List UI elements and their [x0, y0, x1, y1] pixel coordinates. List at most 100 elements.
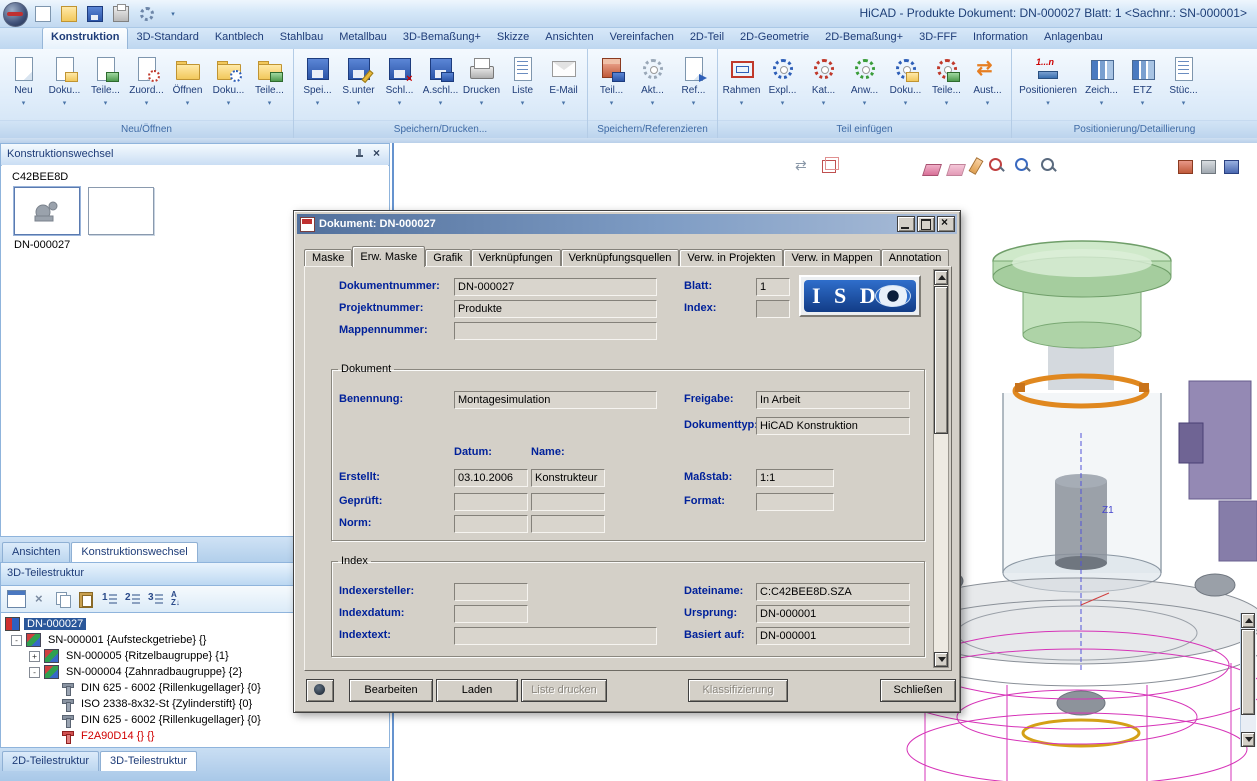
- schliessen-button[interactable]: Schließen: [880, 679, 956, 702]
- ribbon-tab-3d-fff[interactable]: 3D-FFF: [911, 27, 965, 49]
- sort-level-2-icon[interactable]: [124, 591, 141, 607]
- index-field[interactable]: [756, 300, 790, 318]
- tab-verknuepfungsquellen[interactable]: Verknüpfungsquellen: [561, 249, 680, 267]
- basiert-auf-field[interactable]: DN-000001: [756, 627, 910, 645]
- teile-neu-button[interactable]: Teile...: [85, 51, 126, 117]
- tab-3d-teilestruktur[interactable]: 3D-Teilestruktur: [100, 751, 197, 771]
- sort-level-3-icon[interactable]: [147, 591, 164, 607]
- zuordnen-button[interactable]: Zuord...: [126, 51, 167, 117]
- dokument-gear-button[interactable]: Doku...: [885, 51, 926, 117]
- indexersteller-field[interactable]: [454, 583, 528, 601]
- scroll-up-icon[interactable]: [934, 270, 948, 285]
- pin-icon[interactable]: [354, 149, 365, 160]
- ribbon-tab-vereinfachen[interactable]: Vereinfachen: [602, 27, 682, 49]
- anwendung-button[interactable]: Anw...: [844, 51, 885, 117]
- tab-maske[interactable]: Maske: [304, 249, 352, 267]
- qat-more-button[interactable]: ▾: [162, 3, 184, 24]
- rahmen-button[interactable]: Rahmen: [721, 51, 762, 117]
- maximize-button[interactable]: [917, 216, 935, 232]
- tab-verw-in-projekten[interactable]: Verw. in Projekten: [679, 249, 783, 267]
- collapse-icon[interactable]: -: [11, 635, 22, 646]
- close-button[interactable]: [937, 216, 955, 232]
- qat-settings-button[interactable]: [136, 3, 158, 24]
- tab-grafik[interactable]: Grafik: [425, 249, 470, 267]
- brush-icon[interactable]: [969, 157, 984, 175]
- ribbon-tab-3d-bemassung[interactable]: 3D-Bemaßung+: [395, 27, 489, 49]
- drawing-thumbnail[interactable]: [14, 187, 80, 235]
- tree-scrollbar[interactable]: [1240, 613, 1256, 747]
- speichern-button[interactable]: Spei...: [297, 51, 338, 117]
- ribbon-tab-2d-teil[interactable]: 2D-Teil: [682, 27, 732, 49]
- cube-red-icon[interactable]: [1178, 160, 1193, 174]
- dateiname-field[interactable]: C:C42BEE8D.SZA: [756, 583, 910, 601]
- zeichnung-button[interactable]: Zeich...: [1081, 51, 1122, 117]
- scroll-down-icon[interactable]: [934, 652, 948, 667]
- mappennummer-field[interactable]: [454, 322, 657, 340]
- tab-annotation[interactable]: Annotation: [881, 249, 950, 267]
- swap-arrows-icon[interactable]: [794, 157, 812, 175]
- dokument-neu-button[interactable]: Doku...: [44, 51, 85, 117]
- ribbon-tab-information[interactable]: Information: [965, 27, 1036, 49]
- ursprung-field[interactable]: DN-000001: [756, 605, 910, 623]
- norm-datum-field[interactable]: [454, 515, 528, 533]
- projektnummer-field[interactable]: Produkte: [454, 300, 657, 318]
- positionieren-button[interactable]: Positionieren: [1015, 51, 1081, 117]
- close-icon[interactable]: [370, 147, 383, 160]
- structure-window-icon[interactable]: [7, 590, 26, 608]
- speichern-schliessen-button[interactable]: Schl...: [379, 51, 420, 117]
- qat-open-button[interactable]: [58, 3, 80, 24]
- hicad-logo-icon[interactable]: [3, 2, 28, 27]
- format-field[interactable]: [756, 493, 834, 511]
- ribbon-tab-stahlbau[interactable]: Stahlbau: [272, 27, 331, 49]
- expand-icon[interactable]: +: [29, 651, 40, 662]
- tab-konstruktionswechsel[interactable]: Konstruktionswechsel: [71, 542, 197, 562]
- geprueft-name-field[interactable]: [531, 493, 605, 511]
- ribbon-tab-ansichten[interactable]: Ansichten: [537, 27, 601, 49]
- zoom-red-icon[interactable]: [988, 157, 1006, 175]
- eraser-red-icon[interactable]: [946, 164, 966, 176]
- cube-blue-icon[interactable]: [1224, 160, 1239, 174]
- ribbon-tab-skizze[interactable]: Skizze: [489, 27, 537, 49]
- liste-button[interactable]: Liste: [502, 51, 543, 117]
- teile-oeffnen-button[interactable]: Teile...: [249, 51, 290, 117]
- ribbon-tab-metallbau[interactable]: Metallbau: [331, 27, 395, 49]
- dokumenttyp-field[interactable]: HiCAD Konstruktion: [756, 417, 910, 435]
- scroll-down-icon[interactable]: [1241, 732, 1255, 747]
- tab-2d-teilestruktur[interactable]: 2D-Teilestruktur: [2, 751, 99, 771]
- teile-gear-button[interactable]: Teile...: [926, 51, 967, 117]
- erstellt-name-field[interactable]: Konstrukteur: [531, 469, 605, 487]
- laden-button[interactable]: Laden: [436, 679, 518, 702]
- erstellt-datum-field[interactable]: 03.10.2006: [454, 469, 528, 487]
- cube-gray-icon[interactable]: [1201, 160, 1216, 174]
- zoom-window-icon[interactable]: [1040, 157, 1058, 175]
- teil-speichern-button[interactable]: Teil...: [591, 51, 632, 117]
- ribbon-tab-konstruktion[interactable]: Konstruktion: [42, 27, 128, 49]
- scrollbar-thumb[interactable]: [934, 286, 948, 434]
- stueckliste-button[interactable]: Stüc...: [1163, 51, 1204, 117]
- qat-save-button[interactable]: [84, 3, 106, 24]
- neu-button[interactable]: Neu: [3, 51, 44, 117]
- ribbon-tab-anlagenbau[interactable]: Anlagenbau: [1036, 27, 1111, 49]
- ribbon-tab-3d-standard[interactable]: 3D-Standard: [128, 27, 206, 49]
- collapse-icon[interactable]: -: [29, 667, 40, 678]
- ribbon-tab-2d-bemassung[interactable]: 2D-Bemaßung+: [817, 27, 911, 49]
- explorer-button[interactable]: Expl...: [762, 51, 803, 117]
- delete-icon[interactable]: [32, 591, 49, 607]
- tab-verw-in-mappen[interactable]: Verw. in Mappen: [783, 249, 880, 267]
- bearbeiten-button[interactable]: Bearbeiten: [349, 679, 433, 702]
- qat-print-button[interactable]: [110, 3, 132, 24]
- qat-new-button[interactable]: [32, 3, 54, 24]
- katalog-button[interactable]: Kat...: [803, 51, 844, 117]
- klassifizierung-button[interactable]: Klassifizierung: [688, 679, 788, 702]
- dialog-scrollbar[interactable]: [933, 269, 949, 668]
- wire-cube-icon[interactable]: [820, 157, 838, 175]
- indextext-field[interactable]: [454, 627, 657, 645]
- tree-row[interactable]: F2A90D14 {} {}: [1, 728, 389, 744]
- austauschen-button[interactable]: Aust...: [967, 51, 1008, 117]
- eraser-icon[interactable]: [922, 164, 942, 176]
- drucken-button[interactable]: Drucken: [461, 51, 502, 117]
- benennung-field[interactable]: Montagesimulation: [454, 391, 657, 409]
- dokument-oeffnen-button[interactable]: Doku...: [208, 51, 249, 117]
- tab-erw-maske[interactable]: Erw. Maske: [352, 246, 425, 267]
- zoom-plus-icon[interactable]: [1014, 157, 1032, 175]
